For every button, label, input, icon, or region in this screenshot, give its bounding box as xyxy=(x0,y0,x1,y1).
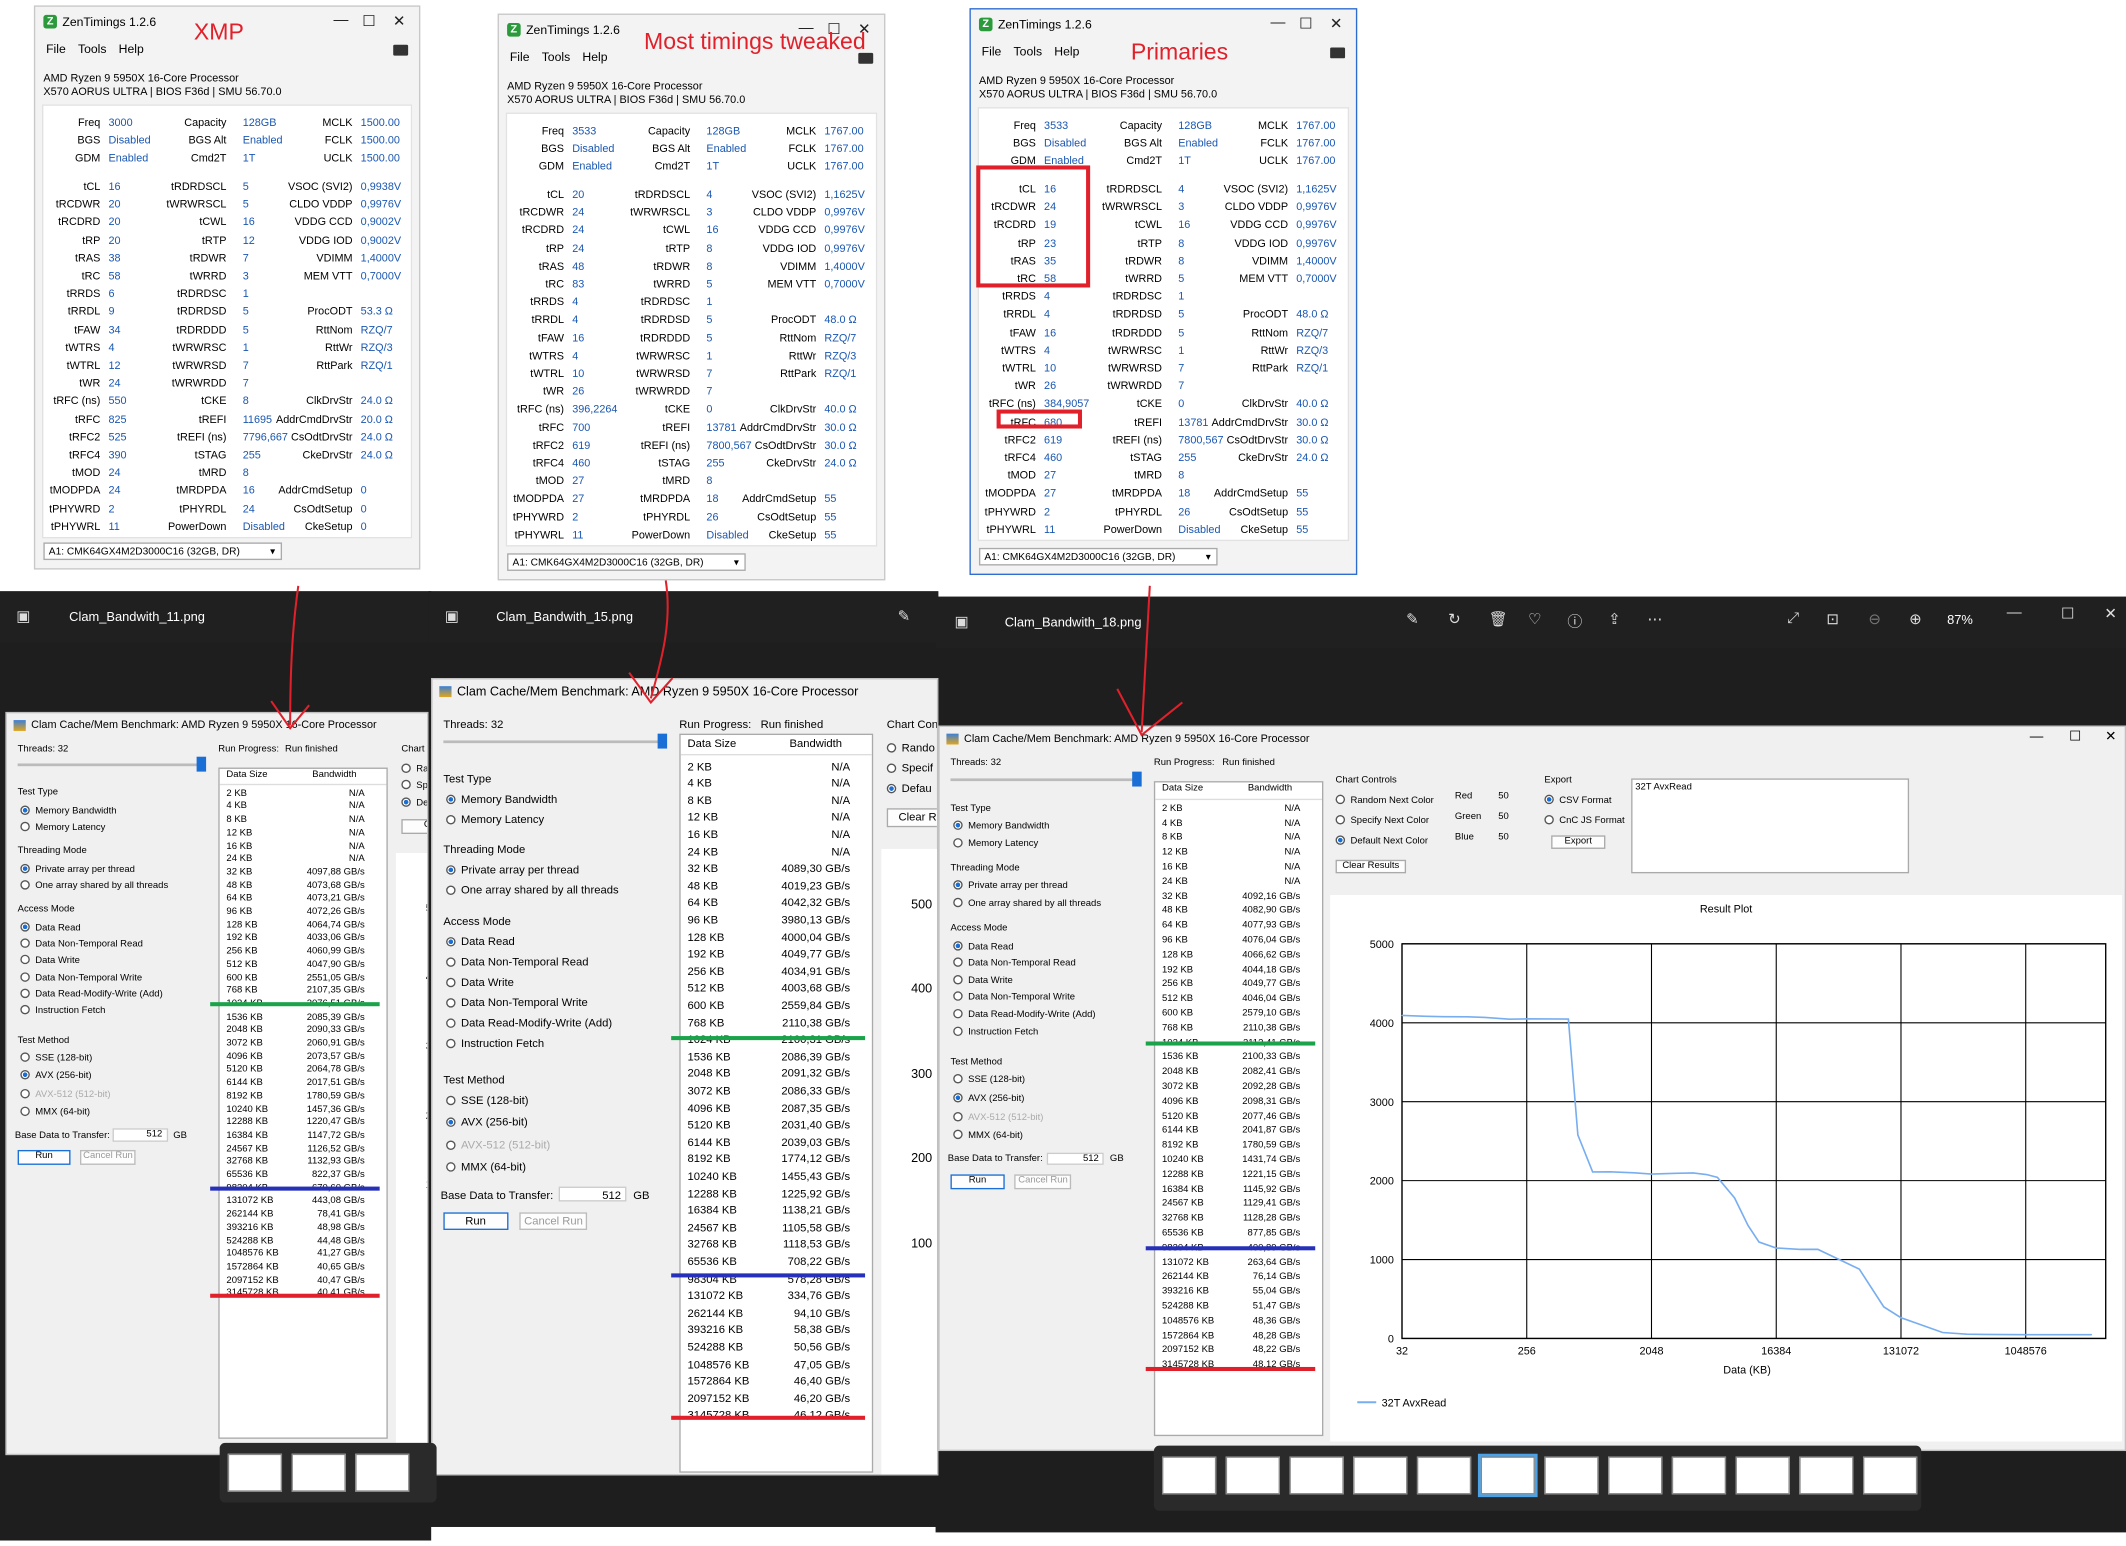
red-arrow-3 xyxy=(1140,585,1151,733)
red-arrow-3-head xyxy=(1116,688,1183,737)
arrows-overlay xyxy=(270,580,1183,737)
red-arrow-1 xyxy=(289,585,300,726)
screenshot-collage: Z ZenTimings 1.2.6— ☐ ✕ File Tools Help AMD Ryz… xyxy=(0,0,2126,1546)
red-arrow-2 xyxy=(649,580,669,699)
